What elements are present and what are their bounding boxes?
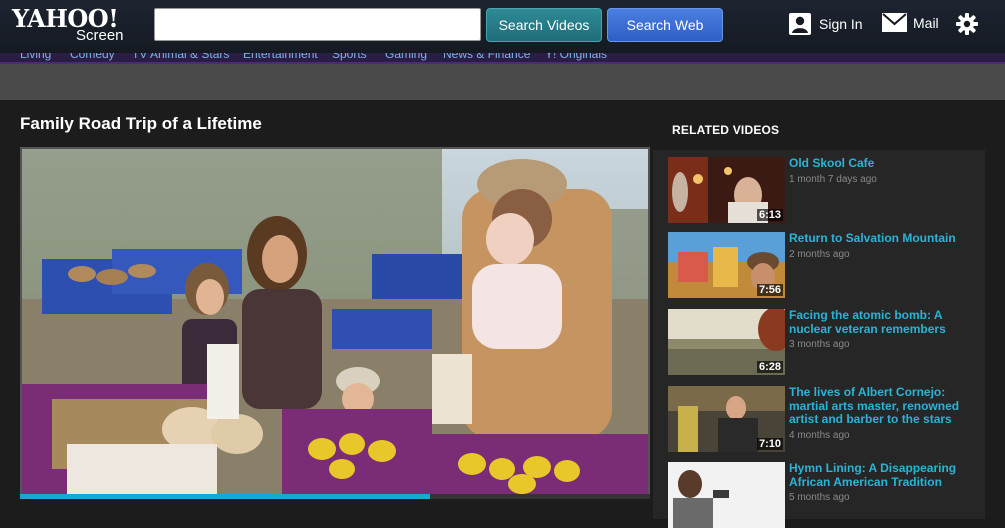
nav-item-entertainment[interactable]: Entertainment xyxy=(243,53,318,61)
sign-in-label: Sign In xyxy=(819,16,863,32)
nav-item-gaming[interactable]: Gaming xyxy=(385,53,427,61)
related-thumbnail[interactable]: 7:56 xyxy=(668,232,785,298)
search-web-button[interactable]: Search Web xyxy=(607,8,723,42)
related-item[interactable]: 6:13 Old Skool Cafe 1 month 7 days ago xyxy=(668,156,988,223)
nav-item-living[interactable]: Living xyxy=(20,53,51,61)
related-thumbnail[interactable] xyxy=(668,462,785,528)
video-duration: 7:56 xyxy=(756,284,783,296)
search-videos-button[interactable]: Search Videos xyxy=(486,8,602,42)
related-title-text: Facing the atomic bomb: A nuclear vetera… xyxy=(789,308,946,336)
related-item-age: 1 month 7 days ago xyxy=(789,173,877,185)
related-item-age: 2 months ago xyxy=(789,248,850,260)
related-videos-heading: RELATED VIDEOS xyxy=(672,123,780,137)
related-item[interactable]: 7:56 Return to Salvation Mountain 2 mont… xyxy=(668,231,988,298)
video-duration: 6:13 xyxy=(756,209,783,221)
mail-icon xyxy=(882,13,907,32)
video-player[interactable] xyxy=(20,147,650,499)
mail-link[interactable]: Mail xyxy=(882,13,939,32)
nav-item-sports[interactable]: Sports xyxy=(332,53,367,61)
category-nav: Living Comedy TV Animal & Stars Entertai… xyxy=(0,53,1005,64)
yahoo-screen-logo[interactable]: YAHOO! Screen xyxy=(12,6,124,45)
related-thumbnail[interactable]: 7:10 xyxy=(668,386,785,452)
nav-item-comedy[interactable]: Comedy xyxy=(70,53,115,61)
related-item-age: 5 months ago xyxy=(789,492,850,503)
related-item-age: 4 months ago xyxy=(789,429,850,441)
related-title-text: Hymn Lining: A Disappearing African Amer… xyxy=(789,461,957,489)
video-frame xyxy=(22,149,648,497)
video-duration: 6:28 xyxy=(756,361,783,373)
user-icon xyxy=(789,13,811,35)
banner-strip xyxy=(0,64,1005,100)
video-duration: 7:10 xyxy=(756,438,783,450)
nav-item-originals[interactable]: Y! Originals xyxy=(545,53,607,61)
related-title-text: Old Skool Cafe xyxy=(789,156,875,170)
logo-screen-text: Screen xyxy=(76,27,124,44)
nav-item-tv[interactable]: TV Animal & Stars xyxy=(132,53,229,61)
related-item-age: 3 months ago xyxy=(789,339,850,350)
related-item-title[interactable]: Old Skool Cafe 1 month 7 days ago xyxy=(789,156,979,186)
related-item[interactable]: Hymn Lining: A Disappearing African Amer… xyxy=(668,461,988,528)
related-item-title[interactable]: Return to Salvation Mountain 2 months ag… xyxy=(789,231,979,261)
video-progress-fill xyxy=(20,494,430,499)
related-thumbnail[interactable]: 6:13 xyxy=(668,157,785,223)
related-item[interactable]: 6:28 Facing the atomic bomb: A nuclear v… xyxy=(668,308,988,375)
sign-in-link[interactable]: Sign In xyxy=(789,13,863,35)
related-item-title[interactable]: The lives of Albert Cornejo: martial art… xyxy=(789,385,979,442)
related-thumbnail[interactable]: 6:28 xyxy=(668,309,785,375)
search-input[interactable] xyxy=(154,8,481,41)
mail-label: Mail xyxy=(913,14,939,31)
related-title-text: The lives of Albert Cornejo: martial art… xyxy=(789,385,960,426)
related-item-title[interactable]: Hymn Lining: A Disappearing African Amer… xyxy=(789,461,979,505)
video-progress-bar[interactable] xyxy=(20,494,650,499)
nav-item-news[interactable]: News & Finance xyxy=(443,53,530,61)
related-item[interactable]: 7:10 The lives of Albert Cornejo: martia… xyxy=(668,385,988,452)
top-bar: YAHOO! Screen Search Videos Search Web S… xyxy=(0,0,1005,53)
gear-icon[interactable] xyxy=(956,13,978,35)
video-title: Family Road Trip of a Lifetime xyxy=(20,114,262,133)
thumbnail-image xyxy=(668,462,785,528)
related-item-title[interactable]: Facing the atomic bomb: A nuclear vetera… xyxy=(789,308,979,352)
related-title-text: Return to Salvation Mountain xyxy=(789,231,956,245)
